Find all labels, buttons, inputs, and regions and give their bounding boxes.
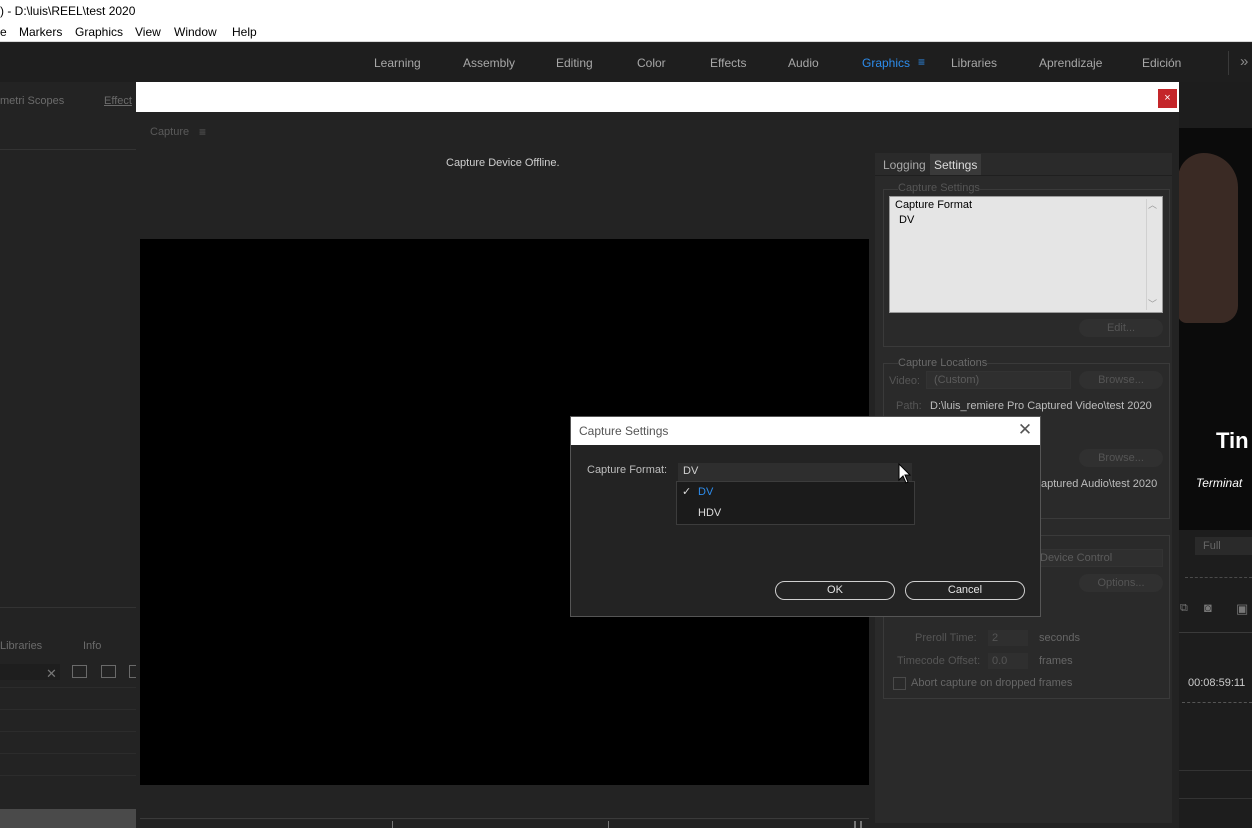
path-label: Path: (896, 400, 922, 412)
clear-search-icon[interactable]: ✕ (46, 666, 57, 682)
option-hdv[interactable]: HDV (677, 503, 914, 524)
capture-window-title-bar (136, 82, 1179, 112)
audio-path-value: aptured Audio\test 2020 (1041, 478, 1158, 490)
new-bin-icon[interactable] (72, 665, 87, 678)
tab-info[interactable]: Info (83, 640, 101, 652)
option-dv-label: DV (698, 486, 714, 498)
workspace-aprendizaje[interactable]: Aprendizaje (1039, 56, 1102, 70)
options-button[interactable]: Options... (1079, 574, 1163, 592)
cancel-button[interactable]: Cancel (905, 581, 1025, 600)
timecode-offset-unit: frames (1039, 655, 1073, 667)
menu-view[interactable]: View (135, 25, 161, 39)
capture-format-box: Capture Format DV ︿ ﹀ (889, 196, 1163, 313)
subtitle-overlay-text: Terminat (1196, 476, 1243, 490)
capture-locations-legend: Capture Locations (898, 357, 988, 369)
person-image (1178, 153, 1238, 323)
capture-timeline-ruler (140, 818, 869, 828)
program-video-frame: Tin Terminat (1178, 128, 1252, 530)
workspace-audio[interactable]: Audio (788, 56, 819, 70)
tab-effect-controls[interactable]: Effect (104, 95, 132, 107)
capture-status-text: Capture Device Offline. (446, 157, 560, 169)
dialog-close-icon[interactable]: ✕ (1014, 420, 1036, 442)
preroll-unit: seconds (1039, 632, 1080, 644)
program-ruler (1185, 568, 1252, 578)
title-overlay-text: Tin (1216, 428, 1249, 453)
capture-settings-legend: Capture Settings (898, 182, 980, 194)
preroll-input[interactable]: 2 (988, 630, 1028, 646)
timeline-ruler (1182, 695, 1252, 703)
menu-window[interactable]: Window (174, 25, 217, 39)
new-item-icon[interactable] (101, 665, 116, 678)
tab-settings[interactable]: Settings (934, 158, 977, 172)
option-hdv-label: HDV (698, 507, 722, 519)
video-browse-button[interactable]: Browse... (1079, 371, 1163, 389)
panel-menu-icon[interactable]: ≡ (199, 125, 206, 139)
capture-format-label: Capture Format: (587, 464, 668, 476)
scroll-up-icon[interactable]: ︿ (1148, 198, 1157, 211)
workspace-bar: Learning Assembly Editing Color Effects … (0, 43, 1252, 82)
capture-format-heading: Capture Format (895, 199, 973, 211)
panel-divider (0, 607, 136, 608)
capture-format-options: ✓ DV HDV (676, 481, 915, 525)
device-control-dropdown[interactable]: Device Control (1035, 549, 1163, 567)
preroll-label: Preroll Time: (915, 632, 977, 644)
menu-file[interactable]: e (0, 25, 7, 39)
workspace-divider (1228, 51, 1229, 75)
workspace-graphics[interactable]: Graphics (862, 56, 910, 70)
workspace-learning[interactable]: Learning (374, 56, 421, 70)
workspace-overflow-icon[interactable]: » (1240, 53, 1248, 70)
menu-markers[interactable]: Markers (19, 25, 62, 39)
tab-logging[interactable]: Logging (883, 158, 926, 172)
menu-help[interactable]: Help (232, 25, 257, 39)
video-label: Video: (889, 375, 920, 387)
video-location-dropdown[interactable]: (Custom) (926, 371, 1071, 389)
delete-icon[interactable] (129, 665, 136, 678)
camera-icon[interactable]: ◙ (1204, 600, 1212, 615)
workspace-color[interactable]: Color (637, 56, 666, 70)
dialog-title: Capture Settings (571, 417, 1040, 445)
checkmark-icon: ✓ (682, 486, 692, 498)
capture-format-select[interactable]: DV (678, 463, 912, 481)
export-frame-icon[interactable]: ⧉ (1180, 602, 1188, 615)
capture-close-button[interactable]: × (1158, 89, 1177, 108)
button-editor-icon[interactable]: ▣ (1236, 601, 1248, 617)
menu-bar: e Markers Graphics View Window Help (0, 22, 1252, 42)
window-title: ) - D:\luis\REEL\test 2020 (0, 4, 136, 18)
workspace-libraries[interactable]: Libraries (951, 56, 997, 70)
scrollbar-area[interactable] (0, 809, 136, 828)
zoom-dropdown[interactable]: Full (1195, 537, 1252, 555)
mouse-cursor-icon (898, 463, 912, 484)
option-dv[interactable]: ✓ DV (677, 482, 914, 503)
menu-graphics[interactable]: Graphics (75, 25, 123, 39)
left-panel: metri Scopes Effect Libraries Info ✕ (0, 82, 136, 828)
workspace-menu-icon[interactable]: ≡ (918, 55, 925, 69)
window-title-bar: ) - D:\luis\REEL\test 2020 (0, 0, 1252, 22)
workspace-editing[interactable]: Editing (556, 56, 593, 70)
workspace-edicion[interactable]: Edición (1142, 56, 1181, 70)
format-scrollbar[interactable] (1146, 199, 1161, 310)
abort-checkbox[interactable] (893, 677, 906, 690)
capture-format-value: DV (899, 214, 915, 226)
capture-panel-label: Capture (150, 126, 190, 138)
timecode-offset-label: Timecode Offset: (897, 655, 981, 667)
tab-libraries[interactable]: Libraries (0, 640, 42, 652)
scroll-down-icon[interactable]: ﹀ (1148, 297, 1157, 310)
workspace-effects[interactable]: Effects (710, 56, 746, 70)
abort-label: Abort capture on dropped frames (911, 677, 1073, 689)
workspace-assembly[interactable]: Assembly (463, 56, 515, 70)
ok-button[interactable]: OK (775, 581, 895, 600)
timeline-timecode[interactable]: 00:08:59:11 (1188, 677, 1245, 689)
video-path-value: D:\luis_remiere Pro Captured Video\test … (930, 400, 1152, 412)
audio-browse-button[interactable]: Browse... (1079, 449, 1163, 467)
edit-button[interactable]: Edit... (1079, 319, 1163, 337)
panel-divider (0, 149, 136, 150)
tab-lumetri-scopes[interactable]: metri Scopes (0, 95, 64, 107)
timecode-offset-input[interactable]: 0.0 (988, 653, 1028, 669)
